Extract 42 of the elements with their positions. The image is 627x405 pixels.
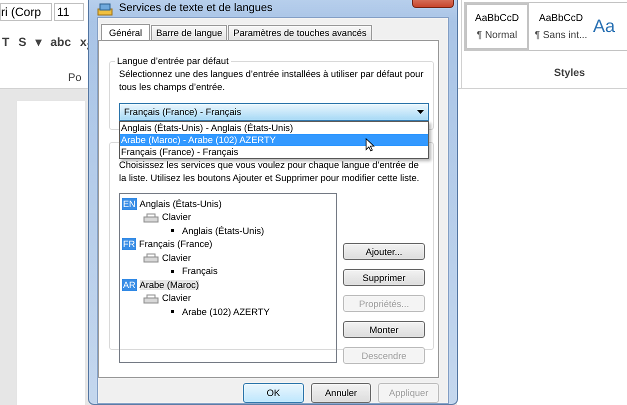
action-button[interactable]: Monter bbox=[343, 321, 425, 338]
tab[interactable]: Barre de langue bbox=[151, 25, 228, 40]
keyboard-icon bbox=[143, 212, 159, 223]
language-badge: AR bbox=[122, 278, 137, 291]
style-tile[interactable]: Aa bbox=[593, 3, 623, 50]
action-button[interactable]: Ajouter... bbox=[343, 243, 425, 260]
dialog-button[interactable]: Annuler bbox=[310, 383, 372, 403]
tree-item[interactable]: Anglais (États-Unis) bbox=[140, 198, 222, 209]
format-button[interactable]: S bbox=[18, 35, 26, 52]
tree-item[interactable]: Anglais (États-Unis) bbox=[182, 226, 264, 236]
action-button[interactable]: Supprimer bbox=[343, 269, 425, 286]
dropdown-option[interactable]: Français (France) - Français bbox=[120, 146, 428, 158]
tree-item[interactable]: Français (France) bbox=[139, 239, 212, 250]
style-tile[interactable]: AaBbCcD ¶ Normal bbox=[465, 3, 529, 50]
keyboard-icon bbox=[143, 292, 159, 304]
keyboard-icon bbox=[143, 252, 159, 264]
tree-item[interactable]: Français bbox=[182, 266, 218, 276]
format-button[interactable]: T bbox=[2, 35, 10, 52]
tree-item[interactable]: Arabe (102) AZERTY bbox=[182, 306, 270, 317]
language-badge: FR bbox=[122, 238, 136, 250]
description-text: Choisissez les services que vous voulez pour chaque langue d’entrée de la liste. Utilisez les boutons Ajouter et Supprimer pour modifier cette liste. bbox=[119, 159, 420, 185]
tree-item[interactable]: Arabe (Maroc) bbox=[140, 280, 199, 290]
dropdown-option[interactable]: Anglais (États-Unis) - Anglais (États-Unis) bbox=[120, 122, 428, 134]
pointer-icon bbox=[365, 138, 375, 152]
group-label: Styles bbox=[554, 67, 586, 79]
dialog-icon bbox=[97, 3, 113, 16]
group-label: Po bbox=[68, 72, 82, 84]
tab[interactable]: Paramètres de touches avancés bbox=[228, 25, 372, 40]
tree-item[interactable]: Clavier bbox=[162, 252, 191, 263]
format-button[interactable]: abc bbox=[50, 35, 72, 52]
tree-item[interactable]: Clavier bbox=[162, 293, 191, 304]
dropdown-arrow-icon bbox=[417, 110, 424, 114]
description-text: Sélectionnez une des langues d’entrée installées à utiliser par défaut pour tous les champs d’entrée. bbox=[119, 68, 424, 94]
language-dropdown[interactable]: Français (France) - Français bbox=[119, 103, 429, 121]
tab[interactable]: Général bbox=[101, 24, 150, 41]
tree-item[interactable]: Clavier bbox=[162, 212, 191, 222]
dialog-button[interactable]: OK bbox=[243, 383, 304, 403]
group-title: Langue d’entrée par défaut bbox=[116, 56, 230, 66]
format-button[interactable]: ▾ bbox=[35, 35, 42, 52]
style-tile[interactable]: AaBbCcD ¶ Sans int... bbox=[529, 3, 593, 50]
language-badge: EN bbox=[122, 198, 137, 210]
window-title: Services de texte et de langues bbox=[119, 2, 272, 16]
